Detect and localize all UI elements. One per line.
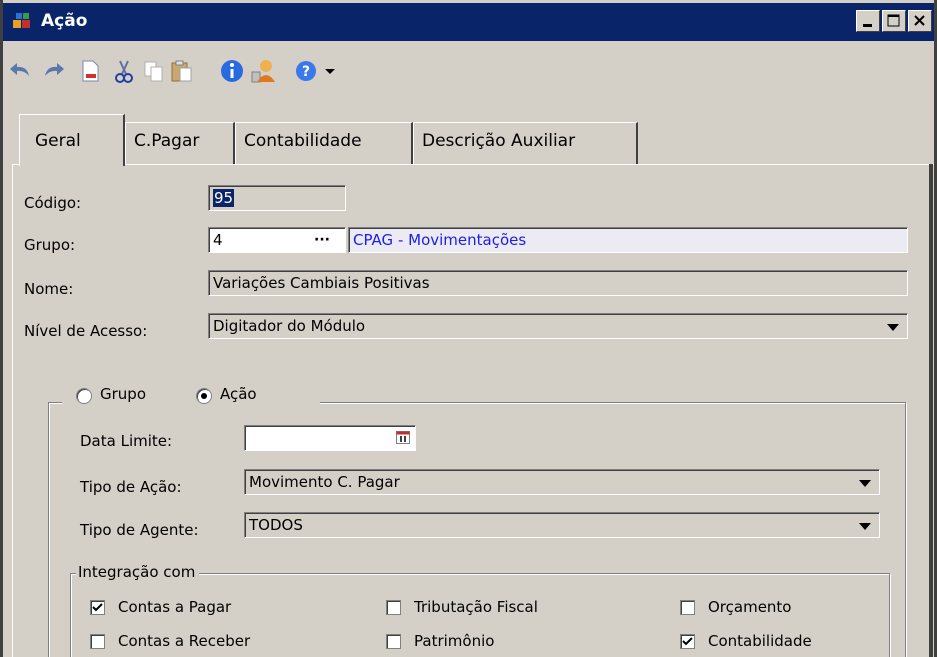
redo-button[interactable] [41, 58, 67, 84]
checkmark-icon [682, 637, 693, 646]
nome-field[interactable]: Variações Cambiais Positivas [208, 270, 908, 296]
nivel-select[interactable]: Digitador do Módulo [208, 313, 908, 339]
checkbox-tributacao-fiscal[interactable] [386, 600, 401, 615]
integracao-title: Integração com [76, 563, 200, 581]
nome-label: Nome: [24, 280, 74, 298]
undo-icon [10, 63, 29, 76]
minimize-icon [863, 24, 872, 27]
data-limite-label: Data Limite: [80, 432, 173, 450]
chevron-down-icon [887, 324, 899, 331]
checkbox-label: Contas a Pagar [118, 598, 232, 616]
info-button[interactable] [219, 58, 245, 84]
tipo-agente-select[interactable]: TODOS [244, 512, 880, 538]
tab-contabilidade[interactable]: Contabilidade [235, 122, 413, 164]
grupo-value: 4 [213, 231, 223, 249]
checkmark-icon [92, 603, 103, 612]
help-dropdown-button[interactable] [317, 58, 343, 84]
data-limite-field[interactable] [244, 425, 416, 451]
maximize-icon [887, 14, 900, 27]
tab-label: Contabilidade [244, 131, 362, 151]
help-icon: ? [296, 61, 316, 81]
tab-label: C.Pagar [134, 131, 200, 151]
chevron-down-icon [859, 480, 871, 487]
checkbox-orcamento[interactable] [680, 600, 695, 615]
cut-button[interactable] [111, 58, 137, 84]
user-button[interactable] [251, 58, 277, 84]
tab-geral[interactable]: Geral [19, 114, 125, 166]
close-icon [914, 15, 925, 26]
help-button[interactable]: ? [293, 58, 319, 84]
radio-grupo[interactable] [76, 388, 92, 404]
checkbox-label: Contas a Receber [118, 632, 251, 650]
grupo-lookup-button[interactable]: ··· [314, 232, 330, 248]
grupo-label: Grupo: [24, 236, 76, 254]
nome-value: Variações Cambiais Positivas [213, 274, 430, 292]
svg-text:?: ? [302, 64, 310, 80]
tipo-acao-select[interactable]: Movimento C. Pagar [244, 469, 880, 495]
checkbox-contas-receber[interactable] [90, 634, 105, 649]
copy-button[interactable] [141, 58, 167, 84]
grupo-description-field: CPAG - Movimentações [348, 227, 908, 253]
undo-button[interactable] [7, 58, 33, 84]
minimize-button[interactable] [856, 10, 880, 32]
codigo-value: 95 [213, 189, 235, 207]
checkbox-contas-pagar[interactable] [90, 600, 105, 615]
codigo-field[interactable]: 95 [208, 185, 346, 211]
checkbox-label: Tributação Fiscal [414, 598, 538, 616]
tipo-acao-label: Tipo de Ação: [80, 478, 182, 496]
paste-button[interactable] [169, 58, 195, 84]
app-icon [13, 13, 30, 28]
tab-panel-edge [929, 164, 933, 657]
nivel-value: Digitador do Módulo [213, 317, 366, 335]
codigo-label: Código: [24, 194, 82, 212]
tipo-agente-value: TODOS [249, 516, 303, 534]
radio-dot [201, 393, 207, 399]
redo-icon [45, 63, 64, 76]
copy-icon [144, 61, 163, 82]
grupo-description: CPAG - Movimentações [353, 231, 527, 249]
dropdown-arrow-icon [325, 69, 335, 74]
checkbox-contabilidade[interactable] [680, 634, 695, 649]
tab-strip: Geral C.Pagar Contabilidade Descrição Au… [3, 110, 934, 166]
info-icon [221, 60, 243, 82]
chevron-down-icon [859, 523, 871, 530]
window: Ação ? Geral C.Pagar Contabilidade Descr… [0, 0, 937, 657]
tab-cpagar[interactable]: C.Pagar [125, 122, 235, 164]
checkbox-patrimonio[interactable] [386, 634, 401, 649]
tab-label: Geral [35, 131, 81, 151]
nivel-label: Nível de Acesso: [24, 322, 148, 340]
window-title: Ação [41, 11, 88, 31]
tipo-agente-label: Tipo de Agente: [80, 521, 199, 539]
toolbar: ? [3, 44, 934, 100]
new-button[interactable] [77, 58, 103, 84]
radio-grupo-label: Grupo [100, 385, 146, 403]
user-icon [251, 60, 275, 83]
checkbox-label: Patrimônio [414, 632, 495, 650]
checkbox-label: Contabilidade [708, 632, 812, 650]
radio-acao-label: Ação [220, 385, 257, 403]
checkbox-label: Orçamento [708, 598, 792, 616]
tab-label: Descrição Auxiliar [422, 131, 576, 151]
cut-icon [115, 60, 133, 83]
tab-descricao-auxiliar[interactable]: Descrição Auxiliar [413, 122, 638, 164]
close-button[interactable] [908, 10, 932, 32]
radio-acao[interactable] [196, 388, 212, 404]
title-bar[interactable]: Ação [3, 3, 934, 41]
paste-icon [171, 60, 192, 82]
calendar-icon[interactable] [396, 431, 410, 444]
new-document-icon [82, 60, 99, 82]
maximize-button[interactable] [882, 10, 906, 32]
tipo-acao-value: Movimento C. Pagar [249, 473, 400, 491]
